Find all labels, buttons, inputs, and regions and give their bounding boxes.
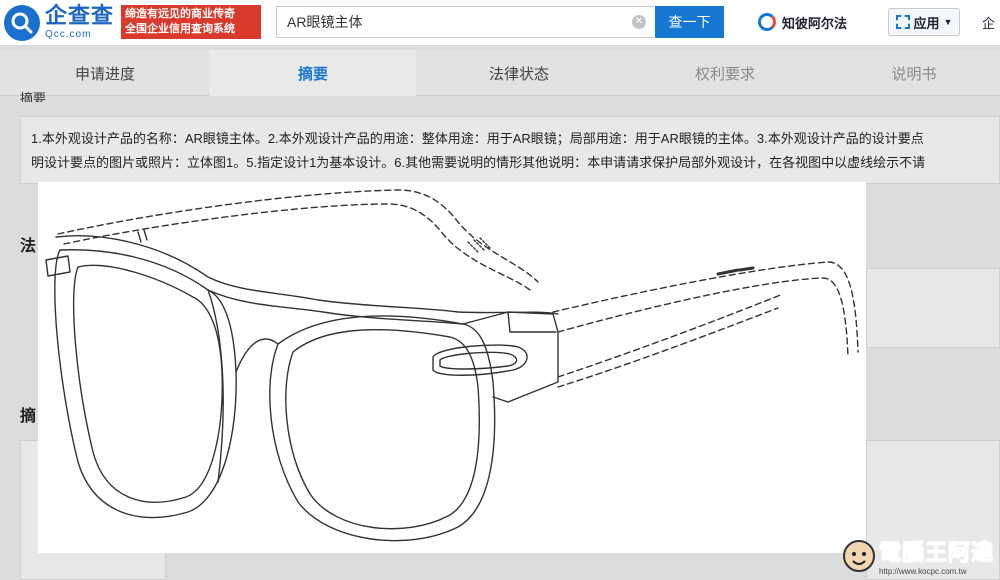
logo-name: 企查查 bbox=[45, 4, 115, 29]
tab-label: 申请进度 bbox=[74, 65, 135, 83]
slogan-line-2: 全国企业信用查询系统 bbox=[125, 23, 235, 35]
search-input[interactable] bbox=[277, 7, 627, 37]
patent-tabs: 申请进度 摘要 法律状态 权利要求 说明书 bbox=[0, 50, 1000, 96]
tab-label: 说明书 bbox=[891, 65, 937, 83]
tab-label: 摘要 bbox=[297, 65, 328, 83]
mascot-face-icon bbox=[842, 539, 875, 572]
apps-label: 应用 bbox=[913, 15, 940, 31]
search-button[interactable]: 查一下 bbox=[655, 6, 724, 38]
site-watermark: 電腦王阿達 http://www.kocpc.com.tw bbox=[842, 535, 994, 576]
search-box: ✕ bbox=[276, 6, 654, 38]
abstract-line-2: 明设计要点的图片或照片：立体图1。5.指定设计1为基本设计。6.其他需要说明的情… bbox=[31, 155, 926, 170]
abstract-section-heading: 摘 bbox=[20, 408, 37, 425]
abstract-text-box: 1.本外观设计产品的名称：AR眼镜主体。2.本外观设计产品的用途：整体用途：用于… bbox=[20, 116, 1000, 184]
tab-abstract[interactable]: 摘要 bbox=[210, 50, 416, 96]
tab-label: 法律状态 bbox=[488, 65, 549, 83]
caret-down-icon: ▼ bbox=[943, 17, 953, 27]
ar-glasses-line-drawing bbox=[45, 189, 859, 542]
watermark-title: 電腦王阿達 bbox=[878, 540, 994, 566]
patent-drawing-image[interactable] bbox=[38, 182, 866, 553]
zhibi-alpha-link[interactable]: 知彼阿尔法 bbox=[758, 8, 847, 36]
logo-domain: Qcc.com bbox=[45, 29, 92, 40]
apps-icon bbox=[895, 15, 910, 29]
qcc-logo[interactable]: 企查查 Qcc.com bbox=[4, 4, 114, 42]
abstract-heading: 摘要 bbox=[20, 91, 47, 102]
slogan-banner: 缔造有远见的商业传奇 全国企业信用查询系统 bbox=[121, 5, 261, 39]
clear-icon[interactable]: ✕ bbox=[632, 15, 646, 29]
zhibi-logo-icon bbox=[758, 13, 776, 31]
enterprise-link[interactable]: 企 bbox=[982, 13, 995, 32]
apps-menu-button[interactable]: 应用 ▼ bbox=[888, 8, 960, 36]
legal-section-heading: 法 bbox=[20, 238, 37, 255]
abstract-line-1: 1.本外观设计产品的名称：AR眼镜主体。2.本外观设计产品的用途：整体用途：用于… bbox=[31, 131, 924, 146]
watermark-url: http://www.kocpc.com.tw bbox=[878, 567, 967, 576]
tab-legal-status[interactable]: 法律状态 bbox=[416, 50, 622, 96]
info-card bbox=[866, 268, 1000, 348]
tab-claims[interactable]: 权利要求 bbox=[622, 50, 828, 96]
tab-description[interactable]: 说明书 bbox=[828, 50, 1000, 96]
zhibi-label: 知彼阿尔法 bbox=[782, 15, 848, 31]
slogan-line-1: 缔造有远见的商业传奇 bbox=[125, 8, 235, 20]
top-header: 企查查 Qcc.com 缔造有远见的商业传奇 全国企业信用查询系统 ✕ 查一下 … bbox=[0, 0, 1000, 46]
qcc-logo-icon bbox=[4, 5, 40, 41]
tab-label: 权利要求 bbox=[694, 65, 755, 83]
